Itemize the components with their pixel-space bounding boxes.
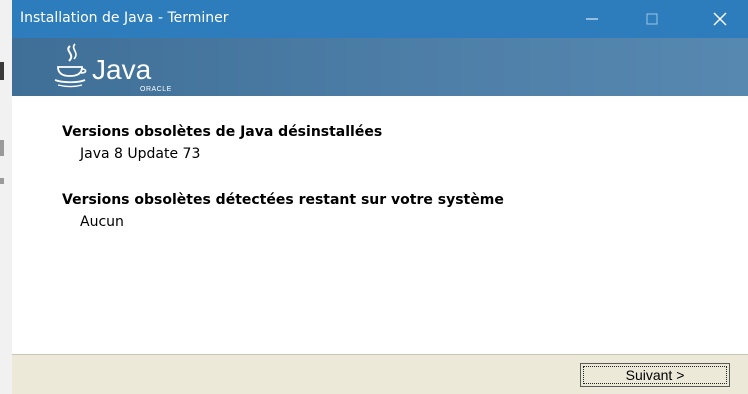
minimize-icon [586, 18, 598, 20]
next-button[interactable]: Suivant > [580, 363, 730, 387]
java-logo: Java ORACLE [54, 43, 172, 93]
close-button[interactable] [698, 0, 742, 38]
footer-bar: Suivant > [12, 354, 748, 394]
oracle-wordmark: ORACLE [140, 86, 172, 93]
desktop-edge [0, 0, 12, 394]
window-title: Installation de Java - Terminer [20, 10, 229, 26]
desktop-edge-mark [0, 140, 4, 156]
maximize-button[interactable] [630, 0, 674, 38]
uninstalled-versions-heading: Versions obsolètes de Java désinstallées [62, 124, 383, 140]
installer-window: Installation de Java - Terminer Java ORA… [12, 0, 748, 394]
desktop-edge-mark [0, 62, 4, 80]
maximize-icon [646, 13, 658, 25]
desktop-edge-mark [0, 178, 4, 184]
java-banner: Java ORACLE [12, 38, 748, 96]
title-bar[interactable]: Installation de Java - Terminer [12, 0, 748, 38]
content-panel: Versions obsolètes de Java désinstallées… [12, 96, 748, 354]
java-wordmark: Java [92, 54, 152, 85]
java-cup [57, 66, 83, 77]
java-cup-steam [67, 45, 73, 62]
minimize-button[interactable] [570, 0, 614, 38]
uninstalled-versions-value: Java 8 Update 73 [80, 146, 201, 162]
remaining-versions-value: Aucun [80, 214, 124, 230]
close-icon [713, 12, 727, 26]
remaining-versions-heading: Versions obsolètes détectées restant sur… [62, 192, 504, 208]
